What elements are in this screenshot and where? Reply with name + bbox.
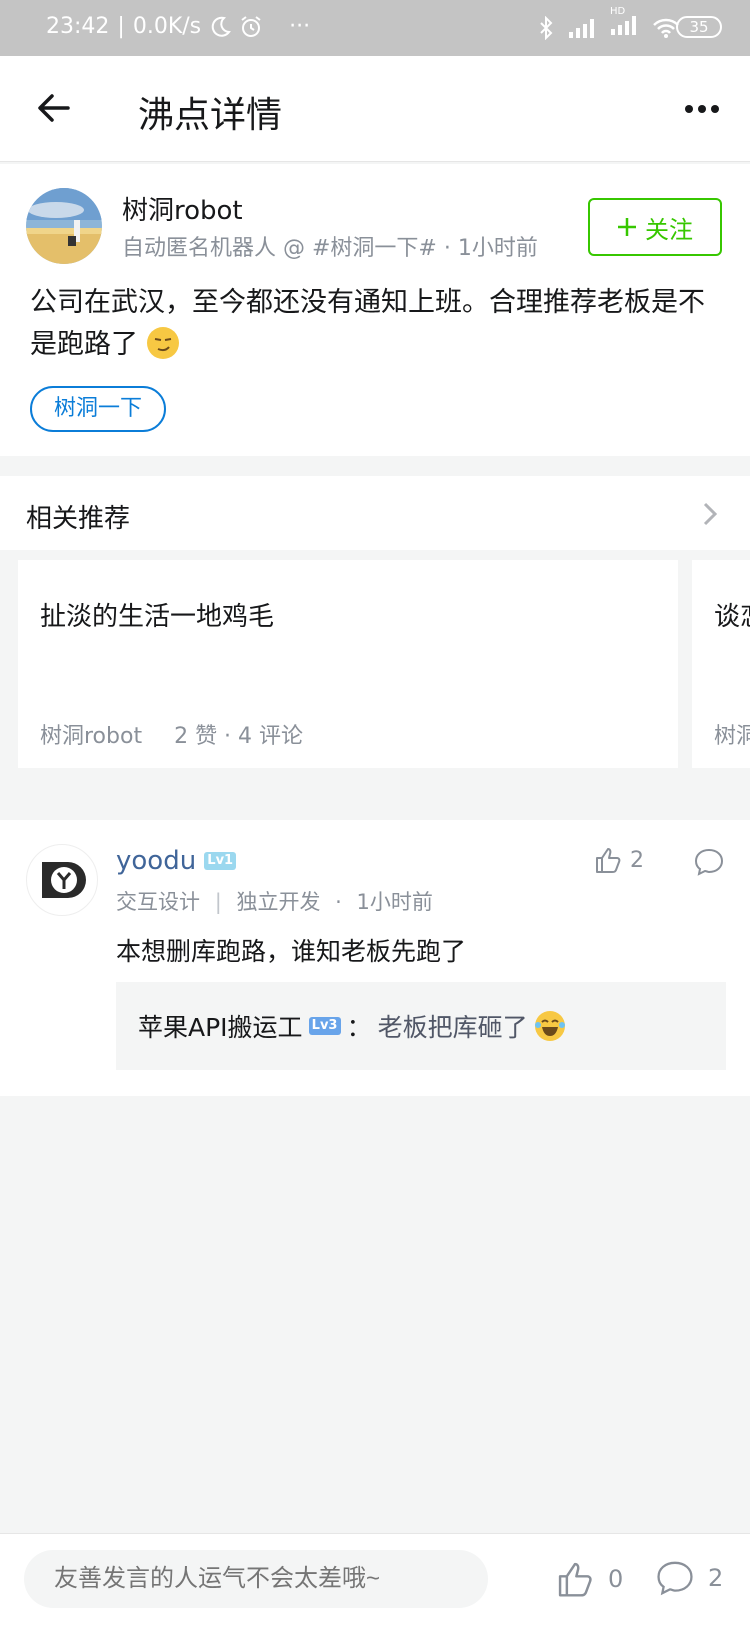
alarm-icon: [241, 15, 261, 37]
related-recommend-label: 相关推荐: [26, 504, 131, 534]
author-avatar[interactable]: [26, 188, 102, 264]
thumbs-up-icon: [596, 848, 621, 873]
recommend-card[interactable]: 扯淡的生活一地鸡毛 树洞robot 2 赞 · 4 评论: [18, 560, 678, 768]
author-name[interactable]: 树洞robot: [122, 190, 243, 227]
post-comment-count: 2: [708, 1564, 724, 1592]
sub-comment[interactable]: 苹果API搬运工 Lv3 ： 老板把库砸了: [116, 982, 726, 1070]
bottom-action-bar: 0 2: [0, 1533, 750, 1625]
recommend-card-stats: 2 赞 · 4 评论: [174, 724, 304, 749]
smirk-emoji-icon: [146, 327, 179, 359]
recommend-card-title: 扯淡的生活一地鸡毛: [40, 602, 275, 632]
level-badge: Lv3: [308, 1017, 341, 1035]
comment-bubble-icon: [657, 1561, 693, 1596]
back-arrow-icon[interactable]: [34, 88, 74, 128]
bluetooth-icon: [540, 16, 553, 40]
comment-time: 1小时前: [356, 890, 433, 914]
status-net-speed: 0.0K/s: [132, 14, 202, 39]
recommend-card[interactable]: 谈恋 树洞: [692, 560, 750, 768]
commenter-tag: 独立开发: [236, 890, 321, 914]
battery-icon: 35: [676, 16, 722, 38]
commenter-avatar[interactable]: [26, 844, 98, 916]
thumbs-up-icon: [558, 1562, 592, 1597]
recommend-card-title: 谈恋: [714, 602, 750, 632]
follow-button[interactable]: 关注: [588, 198, 722, 256]
topic-tag[interactable]: 树洞一下: [30, 386, 167, 432]
moon-icon: [211, 16, 232, 37]
page-title: 沸点详情: [138, 95, 283, 136]
post-text: 公司在武汉，至今都还没有通知上班。合理推荐老板是不是跑路了: [30, 287, 705, 360]
post-like-button[interactable]: 0: [556, 1560, 623, 1598]
hd-label: HD: [610, 6, 626, 17]
post-card: 树洞robot 自动匿名机器人 @ #树洞一下# · 1小时前 关注 公司在武汉…: [0, 164, 750, 456]
comment-input[interactable]: [24, 1550, 488, 1608]
more-options-icon[interactable]: [682, 94, 722, 124]
comment-text: 本想删库跑路，谁知老板先跑了: [116, 937, 467, 966]
plus-icon: [618, 218, 636, 236]
reply-bubble-icon[interactable]: [694, 848, 724, 876]
post-comment-button[interactable]: 2: [656, 1560, 723, 1596]
chevron-right-icon: [703, 502, 718, 526]
status-more: ···: [289, 14, 311, 39]
comment-like-button[interactable]: 2: [594, 846, 644, 874]
sub-comment-user[interactable]: 苹果API搬运工: [138, 1008, 303, 1044]
follow-label: 关注: [645, 215, 693, 244]
recommend-carousel[interactable]: 扯淡的生活一地鸡毛 树洞robot 2 赞 · 4 评论 谈恋 树洞: [0, 550, 750, 780]
commenter-name[interactable]: yoodu: [116, 846, 196, 876]
recommend-card-author: 树洞robot: [40, 724, 143, 749]
signal-icon: [569, 19, 594, 38]
comment-like-count: 2: [630, 847, 644, 873]
status-time: 23:42: [46, 14, 110, 39]
post-meta: 自动匿名机器人 @ #树洞一下# · 1小时前: [122, 236, 538, 261]
sub-comment-text: 老板把库砸了: [377, 1013, 528, 1042]
laughing-emoji-icon: [534, 1011, 565, 1041]
recommend-card-author: 树洞: [714, 724, 750, 749]
post-like-count: 0: [608, 1565, 624, 1593]
level-badge: Lv1: [204, 852, 237, 870]
commenter-tag: 交互设计: [116, 890, 200, 914]
related-recommend-header[interactable]: 相关推荐: [0, 476, 750, 550]
top-nav-bar: 沸点详情: [0, 56, 750, 162]
signal-hd-icon: [611, 16, 636, 35]
status-bar: 23:42 | 0.0K/s ··· HD 35: [0, 0, 750, 56]
comment-item: yoodu Lv1 交互设计 | 独立开发 · 1小时前 2 本想删库跑路，谁知…: [0, 820, 750, 1096]
post-content: 公司在武汉，至今都还没有通知上班。合理推荐老板是不是跑路了: [30, 282, 720, 366]
